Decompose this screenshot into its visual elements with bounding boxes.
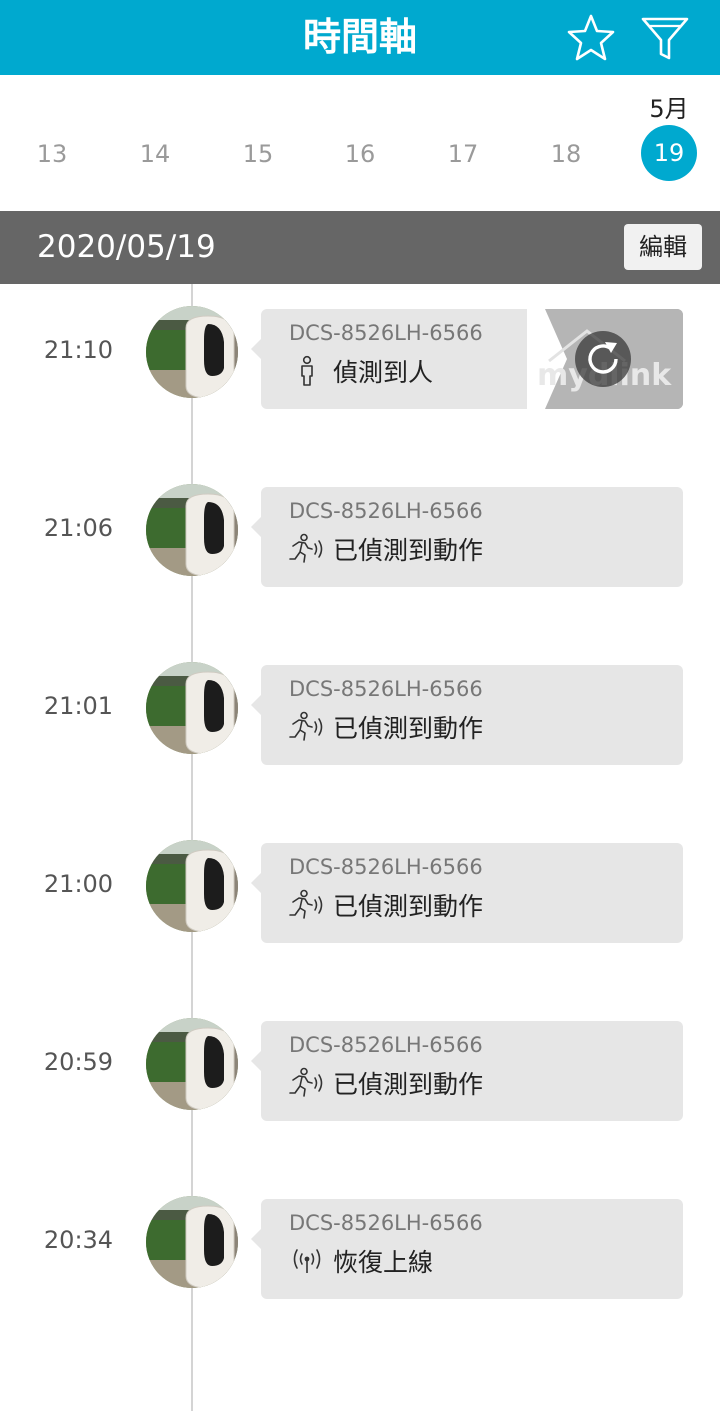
- event-type-label: 恢復上線: [333, 1248, 434, 1277]
- month-label: 5月: [649, 95, 689, 123]
- device-name: DCS-8526LH-6566: [289, 677, 483, 701]
- motion-icon: [289, 533, 323, 563]
- day-18[interactable]: 18: [536, 139, 596, 169]
- device-name: DCS-8526LH-6566: [289, 1211, 483, 1235]
- event-preview[interactable]: mydlink: [527, 309, 683, 409]
- timeline-event[interactable]: 20:59 DCS-8526LH-6566 已偵測到動作: [0, 1018, 720, 1128]
- day-14[interactable]: 14: [125, 139, 185, 169]
- date-strip: 5月 13 14 15 16 17 18 19: [0, 75, 720, 211]
- event-time: 20:59: [43, 1048, 114, 1076]
- star-icon[interactable]: [566, 13, 616, 63]
- refresh-icon: [575, 331, 631, 387]
- day-16[interactable]: 16: [330, 139, 390, 169]
- device-name: DCS-8526LH-6566: [289, 321, 483, 345]
- timeline-event[interactable]: 21:10 DCS-8526LH-6566 偵測到人: [0, 306, 720, 416]
- event-type: 偵測到人: [289, 353, 433, 389]
- event-type-label: 已偵測到動作: [333, 1070, 484, 1099]
- day-15[interactable]: 15: [228, 139, 288, 169]
- camera-thumbnail[interactable]: [146, 484, 238, 576]
- camera-thumbnail[interactable]: [146, 306, 238, 398]
- camera-thumbnail[interactable]: [146, 1196, 238, 1288]
- online-signal-icon: [293, 1249, 321, 1273]
- event-type: 已偵測到動作: [289, 531, 483, 567]
- motion-icon: [289, 1067, 323, 1097]
- filter-icon[interactable]: [640, 14, 690, 64]
- current-date: 2020/05/19: [37, 229, 216, 265]
- day-19-selected[interactable]: 19: [641, 125, 697, 181]
- event-type: 恢復上線: [289, 1243, 433, 1279]
- event-type: 已偵測到動作: [289, 887, 483, 923]
- event-card[interactable]: DCS-8526LH-6566 已偵測到動作: [251, 1021, 683, 1121]
- event-card[interactable]: DCS-8526LH-6566 已偵測到動作: [251, 843, 683, 943]
- camera-thumbnail[interactable]: [146, 840, 238, 932]
- device-name: DCS-8526LH-6566: [289, 855, 483, 879]
- event-type-label: 已偵測到動作: [333, 714, 484, 743]
- app-header: 時間軸: [0, 0, 720, 75]
- camera-thumbnail[interactable]: [146, 1018, 238, 1110]
- day-17[interactable]: 17: [433, 139, 493, 169]
- device-name: DCS-8526LH-6566: [289, 1033, 483, 1057]
- timeline-event[interactable]: 21:06 DCS-8526LH-6566 已偵測到動作: [0, 484, 720, 594]
- event-card[interactable]: DCS-8526LH-6566 已偵測到動作: [251, 665, 683, 765]
- device-name: DCS-8526LH-6566: [289, 499, 483, 523]
- timeline-event[interactable]: 20:34 DCS-8526LH-6566 恢復上線: [0, 1196, 720, 1306]
- event-time: 21:10: [43, 336, 114, 364]
- event-card[interactable]: DCS-8526LH-6566 偵測到人 mydlink: [251, 309, 683, 409]
- event-time: 21:06: [43, 514, 114, 542]
- event-type-label: 偵測到人: [333, 358, 434, 387]
- timeline-event[interactable]: 21:01 DCS-8526LH-6566 已偵測到動作: [0, 662, 720, 772]
- camera-thumbnail[interactable]: [146, 662, 238, 754]
- day-13[interactable]: 13: [22, 139, 82, 169]
- event-card[interactable]: DCS-8526LH-6566 恢復上線: [251, 1199, 683, 1299]
- timeline-event[interactable]: 21:00 DCS-8526LH-6566 已偵測到動作: [0, 840, 720, 950]
- edit-button[interactable]: 編輯: [624, 224, 702, 270]
- person-icon: [301, 355, 313, 386]
- event-time: 21:00: [43, 870, 114, 898]
- event-time: 20:34: [43, 1226, 114, 1254]
- event-type: 已偵測到動作: [289, 709, 483, 745]
- date-bar: 2020/05/19 編輯: [0, 211, 720, 284]
- event-type-label: 已偵測到動作: [333, 536, 484, 565]
- motion-icon: [289, 711, 323, 741]
- event-time: 21:01: [43, 692, 114, 720]
- motion-icon: [289, 889, 323, 919]
- event-card[interactable]: DCS-8526LH-6566 已偵測到動作: [251, 487, 683, 587]
- event-type: 已偵測到動作: [289, 1065, 483, 1101]
- event-type-label: 已偵測到動作: [333, 892, 484, 921]
